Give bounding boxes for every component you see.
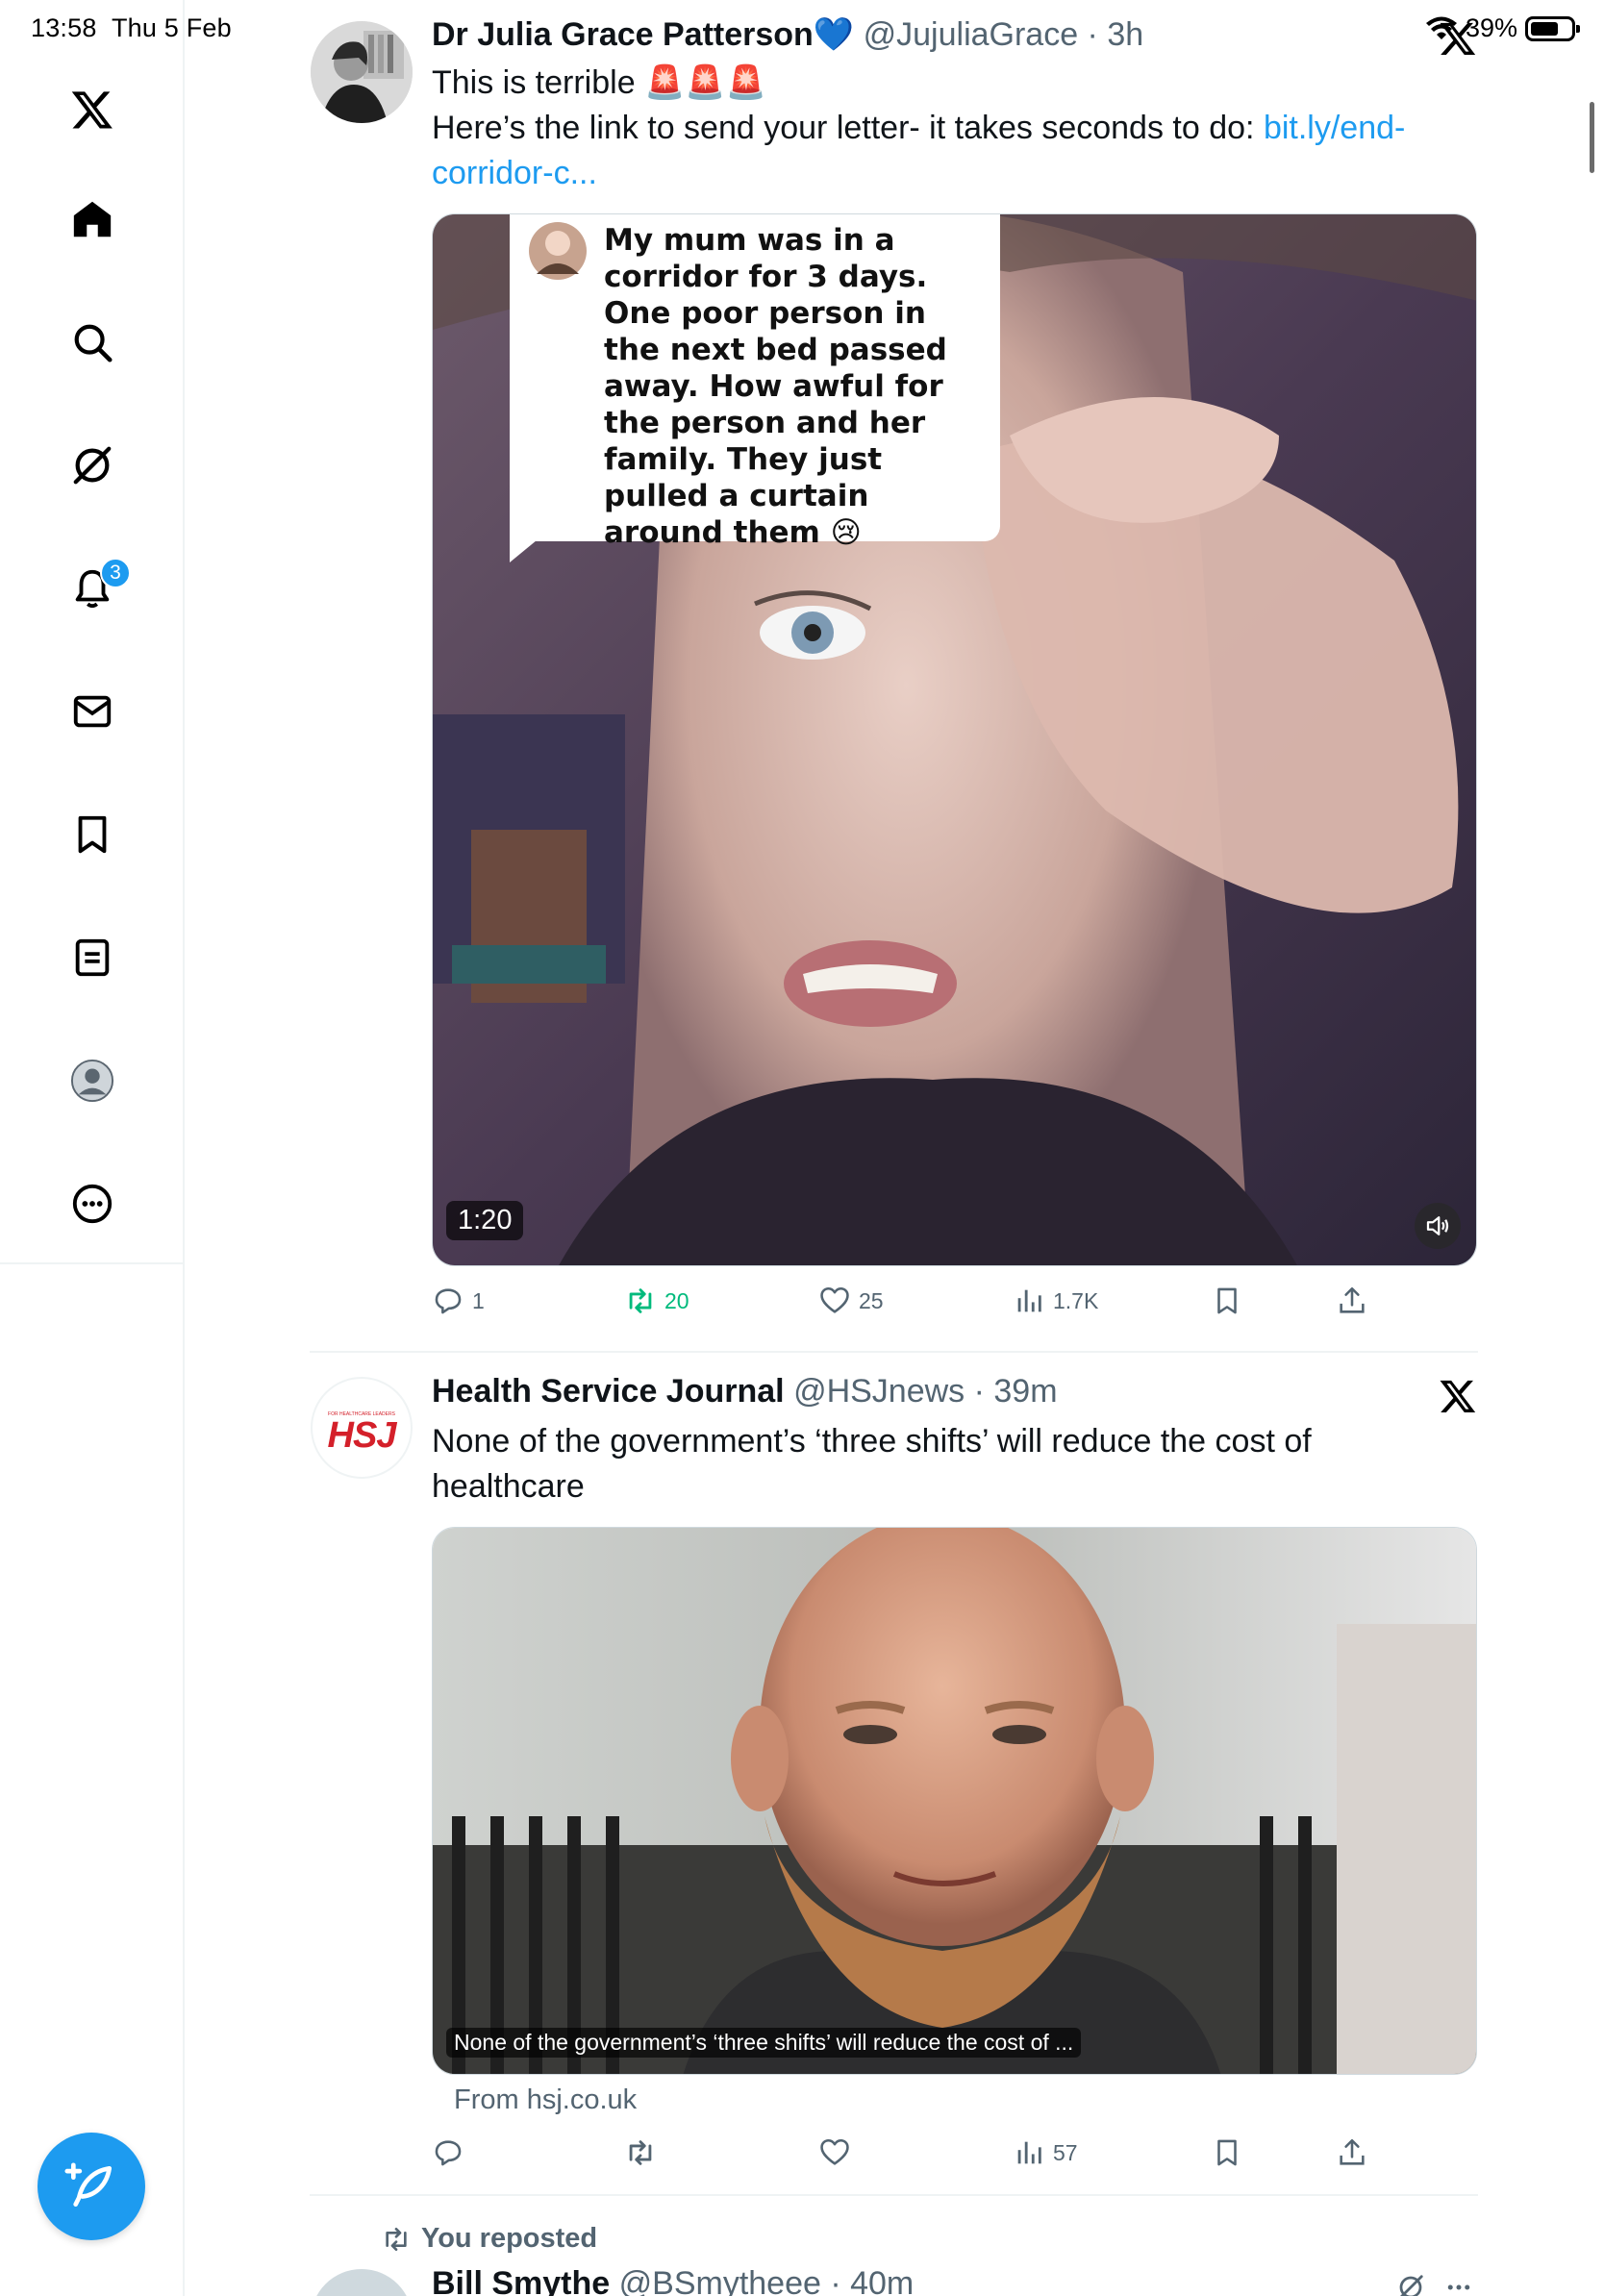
bookmark-icon [1217,2139,1237,2166]
search-icon[interactable] [63,313,121,371]
article-photo [433,1528,1476,2074]
bookmark-button[interactable] [1211,1285,1243,1317]
tweet-header: Health Service Journal @HSJnews · 39m [432,1373,1058,1410]
handle-and-time[interactable]: @JujuliaGrace · 3h [864,16,1144,53]
tweet-text: None of the government’s ‘three shifts’ … [432,1423,1312,1505]
x-logo-icon[interactable] [1439,19,1477,58]
tweet-separator [310,1351,1478,1353]
video-duration: 1:20 [446,1201,524,1240]
scroll-indicator[interactable] [1590,102,1594,173]
tweet-header: Dr Julia Grace Patterson💙 @JujuliaGrace … [432,15,1143,54]
tweet-text: This is terrible 🚨🚨🚨 Here’s the link to … [432,61,1470,196]
repost-count: 20 [664,1287,689,1313]
video-player[interactable]: My mum was in a corridor for 3 days. One… [432,213,1477,1266]
handle-and-time[interactable]: @BSmytheee · 40m [619,2265,915,2296]
sidebar: 3 [0,0,185,2296]
tweet-separator [310,2194,1478,2196]
x-logo-icon[interactable] [63,81,121,138]
repost-icon [629,1288,652,1313]
views-icon [1017,2141,1041,2164]
tweet-line: This is terrible 🚨🚨🚨 [432,64,767,101]
heart-icon [820,1286,849,1313]
avatar[interactable]: FOR HEALTHCARE LEADERS HSJ [311,1377,413,1479]
like-count: 25 [859,1287,884,1313]
repost-button[interactable]: 20 [624,1285,689,1317]
reply-button[interactable]: 1 [432,1285,485,1317]
x-logo-icon[interactable] [1439,1377,1477,1415]
share-button[interactable] [1336,1285,1368,1317]
reply-icon [435,2140,462,2166]
tweet-actions: 57 [432,2136,1393,2175]
more-icon[interactable] [63,1175,121,1233]
speaker-icon [1426,1216,1449,1235]
bookmark-icon [1217,1287,1237,1314]
reply-icon [435,1288,462,1314]
share-icon [1340,2138,1365,2165]
verified-heart-icon: 💙 [813,16,855,53]
reply-count: 1 [472,1287,485,1313]
bookmark-button[interactable] [1211,2136,1243,2169]
compose-button[interactable] [38,2133,145,2240]
tweet-actions: 1 20 25 1.7K [432,1285,1393,1323]
repost-button[interactable] [624,2136,664,2169]
lists-icon[interactable] [63,929,121,986]
display-name[interactable]: Dr Julia Grace Patterson [432,16,814,53]
share-button[interactable] [1336,2136,1368,2169]
messages-icon[interactable] [63,683,121,740]
display-name[interactable]: Health Service Journal [432,1373,785,1410]
repost-icon [386,2227,407,2251]
card-source[interactable]: From hsj.co.uk [454,2084,637,2116]
reply-button[interactable] [432,2136,472,2169]
repost-indicator: You reposted [381,2223,597,2255]
display-name[interactable]: Bill Smythe [432,2265,610,2296]
handle-and-time[interactable]: @HSJnews · 39m [793,1373,1057,1410]
repost-icon [629,2140,652,2165]
sidebar-divider [0,1262,185,1264]
views-icon [1017,1289,1041,1312]
views-count: 1.7K [1053,1287,1099,1313]
compose-feather-icon [64,2162,112,2207]
share-icon [1340,1286,1365,1313]
like-button[interactable] [818,2136,859,2169]
profile-icon[interactable] [63,1052,121,1110]
like-button[interactable]: 25 [818,1285,884,1317]
battery-icon [1525,15,1580,41]
card-overlay-title: None of the government’s ‘three shifts’ … [446,2028,1082,2058]
home-icon[interactable] [63,190,121,248]
grok-icon[interactable] [63,437,121,494]
heart-icon [820,2138,849,2165]
more-options-icon[interactable] [1442,2273,1475,2296]
grok-icon[interactable] [1396,2273,1425,2296]
avatar[interactable] [311,2269,413,2296]
question-bubble-text: My mum was in a corridor for 3 days. One… [604,223,947,550]
tweet-line: Here’s the link to send your letter- it … [432,110,1264,146]
tweet-header: Bill Smythe @BSmytheee · 40m [432,2265,914,2296]
views-count: 57 [1053,2139,1078,2165]
avatar[interactable] [311,21,413,123]
views-button[interactable]: 57 [1013,2136,1078,2169]
hsj-logo: HSJ [327,1415,397,1456]
link-card-image[interactable]: None of the government’s ‘three shifts’ … [432,1527,1477,2075]
bookmarks-icon[interactable] [63,806,121,863]
views-button[interactable]: 1.7K [1013,1285,1098,1317]
mute-button[interactable] [1415,1203,1461,1249]
repost-label: You reposted [421,2223,598,2254]
notifications-badge: 3 [100,558,131,588]
